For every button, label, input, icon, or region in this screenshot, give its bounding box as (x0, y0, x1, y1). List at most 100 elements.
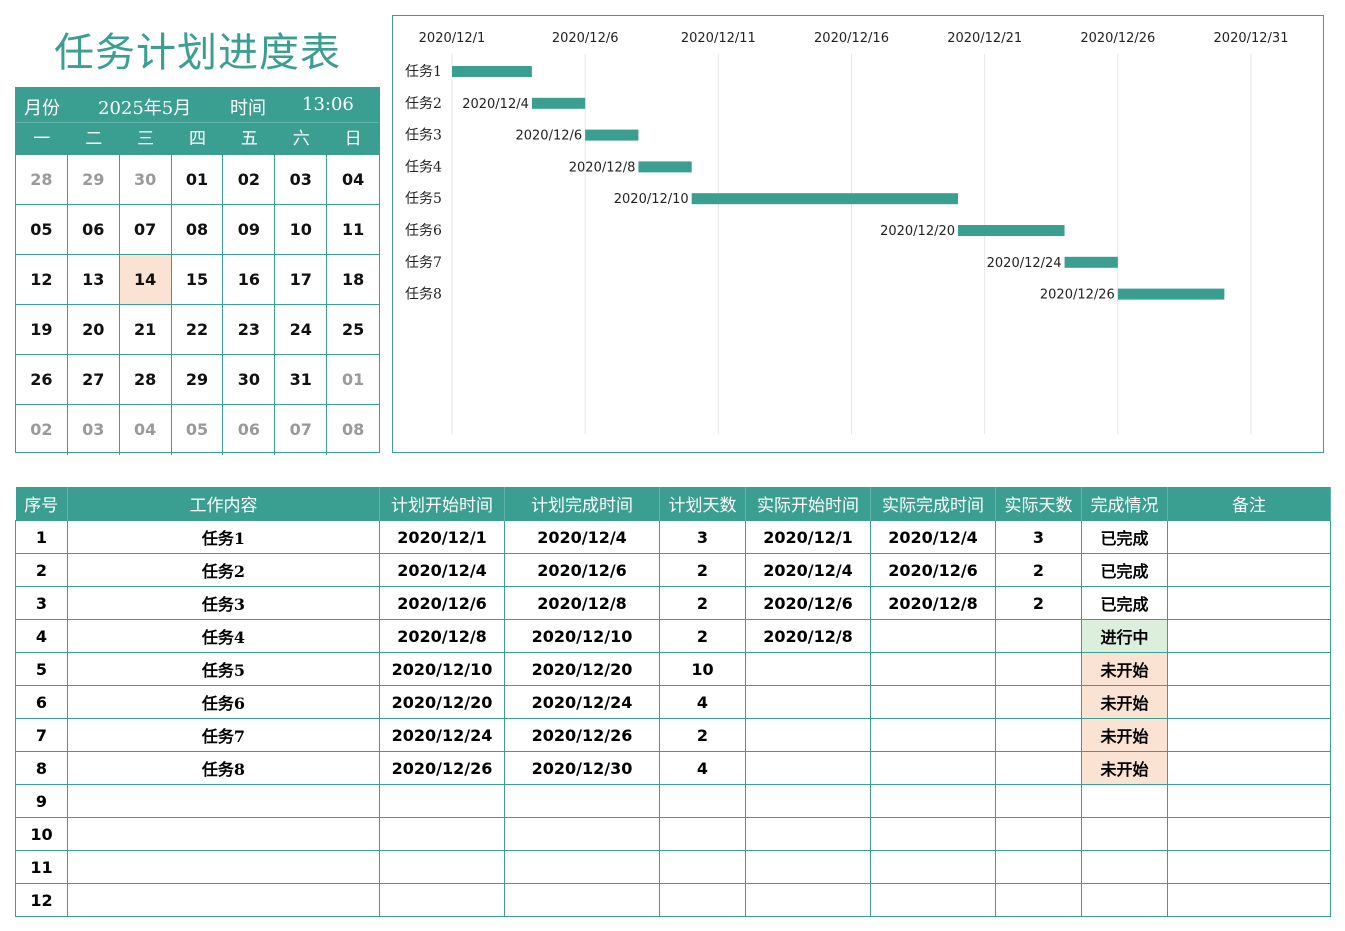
cell-pe[interactable]: 2020/12/6 (504, 553, 660, 587)
cell-status[interactable]: 未开始 (1081, 718, 1168, 752)
calendar-day[interactable]: 02 (16, 405, 68, 455)
cell-ae[interactable] (870, 751, 996, 785)
cell-pe[interactable] (504, 883, 660, 917)
cell-task[interactable]: 任务8 (67, 751, 380, 785)
calendar-day[interactable]: 25 (327, 305, 379, 355)
column-header[interactable]: 序号 (15, 487, 68, 521)
cell-no[interactable]: 2 (15, 553, 68, 587)
cell-task[interactable] (67, 817, 380, 851)
cell-no[interactable]: 3 (15, 586, 68, 620)
column-header[interactable]: 工作内容 (67, 487, 380, 521)
cell-pd[interactable]: 2 (659, 586, 746, 620)
calendar-day[interactable]: 01 (171, 155, 224, 205)
cell-status[interactable]: 未开始 (1081, 751, 1168, 785)
cell-pd[interactable]: 2 (659, 718, 746, 752)
cell-status[interactable]: 未开始 (1081, 652, 1168, 686)
calendar-day[interactable]: 27 (67, 355, 120, 405)
cell-ae[interactable]: 2020/12/6 (870, 553, 996, 587)
cell-status[interactable]: 已完成 (1081, 520, 1168, 554)
cell-ae[interactable] (870, 718, 996, 752)
cell-ad[interactable] (995, 619, 1082, 653)
cell-no[interactable]: 11 (15, 850, 68, 884)
cell-task[interactable]: 任务3 (67, 586, 380, 620)
calendar-day[interactable]: 28 (119, 355, 172, 405)
calendar-day[interactable]: 28 (16, 155, 68, 205)
calendar-day-today[interactable]: 14 (119, 255, 172, 305)
cell-ad[interactable] (995, 784, 1082, 818)
cell-ps[interactable] (379, 883, 505, 917)
cell-ps[interactable]: 2020/12/26 (379, 751, 505, 785)
calendar-day[interactable]: 01 (327, 355, 379, 405)
cell-note[interactable] (1167, 751, 1331, 785)
cell-task[interactable]: 任务1 (67, 520, 380, 554)
calendar-day[interactable]: 12 (16, 255, 68, 305)
cell-note[interactable] (1167, 850, 1331, 884)
cell-no[interactable]: 4 (15, 619, 68, 653)
cell-pd[interactable] (659, 784, 746, 818)
cell-no[interactable]: 8 (15, 751, 68, 785)
cell-ae[interactable] (870, 784, 996, 818)
cell-ps[interactable] (379, 817, 505, 851)
cell-note[interactable] (1167, 553, 1331, 587)
cell-task[interactable] (67, 883, 380, 917)
cell-as[interactable]: 2020/12/6 (745, 586, 871, 620)
cell-ps[interactable]: 2020/12/6 (379, 586, 505, 620)
cell-as[interactable] (745, 883, 871, 917)
calendar-day[interactable]: 30 (119, 155, 172, 205)
cell-as[interactable]: 2020/12/8 (745, 619, 871, 653)
cell-ae[interactable] (870, 883, 996, 917)
calendar-day[interactable]: 18 (327, 255, 379, 305)
cell-ae[interactable]: 2020/12/8 (870, 586, 996, 620)
calendar-day[interactable]: 07 (119, 205, 172, 255)
cell-status[interactable]: 已完成 (1081, 553, 1168, 587)
calendar-day[interactable]: 10 (275, 205, 328, 255)
calendar-day[interactable]: 07 (275, 405, 328, 455)
cell-ad[interactable]: 2 (995, 586, 1082, 620)
cell-pd[interactable]: 10 (659, 652, 746, 686)
cell-pe[interactable] (504, 817, 660, 851)
cell-ps[interactable] (379, 850, 505, 884)
cell-ps[interactable] (379, 784, 505, 818)
cell-task[interactable] (67, 850, 380, 884)
cell-task[interactable] (67, 784, 380, 818)
cell-no[interactable]: 1 (15, 520, 68, 554)
cell-ae[interactable] (870, 817, 996, 851)
cell-as[interactable] (745, 751, 871, 785)
column-header[interactable]: 计划开始时间 (379, 487, 505, 521)
cell-status[interactable]: 进行中 (1081, 619, 1168, 653)
column-header[interactable]: 实际完成时间 (870, 487, 996, 521)
cell-ad[interactable] (995, 751, 1082, 785)
cell-ad[interactable] (995, 652, 1082, 686)
cell-pd[interactable]: 4 (659, 751, 746, 785)
cell-ae[interactable] (870, 850, 996, 884)
column-header[interactable]: 计划完成时间 (504, 487, 660, 521)
cell-pe[interactable]: 2020/12/4 (504, 520, 660, 554)
cell-note[interactable] (1167, 784, 1331, 818)
column-header[interactable]: 计划天数 (659, 487, 746, 521)
calendar-day[interactable]: 05 (16, 205, 68, 255)
cell-pe[interactable]: 2020/12/24 (504, 685, 660, 719)
calendar-day[interactable]: 03 (275, 155, 328, 205)
cell-pe[interactable]: 2020/12/26 (504, 718, 660, 752)
calendar-day[interactable]: 19 (16, 305, 68, 355)
calendar-day[interactable]: 31 (275, 355, 328, 405)
cell-note[interactable] (1167, 817, 1331, 851)
cell-task[interactable]: 任务7 (67, 718, 380, 752)
cell-status[interactable] (1081, 850, 1168, 884)
cell-task[interactable]: 任务5 (67, 652, 380, 686)
calendar-day[interactable]: 08 (171, 205, 224, 255)
cell-pd[interactable] (659, 883, 746, 917)
calendar-day[interactable]: 16 (223, 255, 276, 305)
calendar-day[interactable]: 20 (67, 305, 120, 355)
calendar-day[interactable]: 13 (67, 255, 120, 305)
cell-no[interactable]: 12 (15, 883, 68, 917)
calendar-day[interactable]: 02 (223, 155, 276, 205)
cell-ad[interactable] (995, 817, 1082, 851)
cell-task[interactable]: 任务6 (67, 685, 380, 719)
cell-ps[interactable]: 2020/12/1 (379, 520, 505, 554)
calendar-day[interactable]: 23 (223, 305, 276, 355)
calendar-day[interactable]: 04 (120, 405, 172, 455)
cell-pe[interactable]: 2020/12/8 (504, 586, 660, 620)
cell-no[interactable]: 6 (15, 685, 68, 719)
column-header[interactable]: 完成情况 (1081, 487, 1168, 521)
